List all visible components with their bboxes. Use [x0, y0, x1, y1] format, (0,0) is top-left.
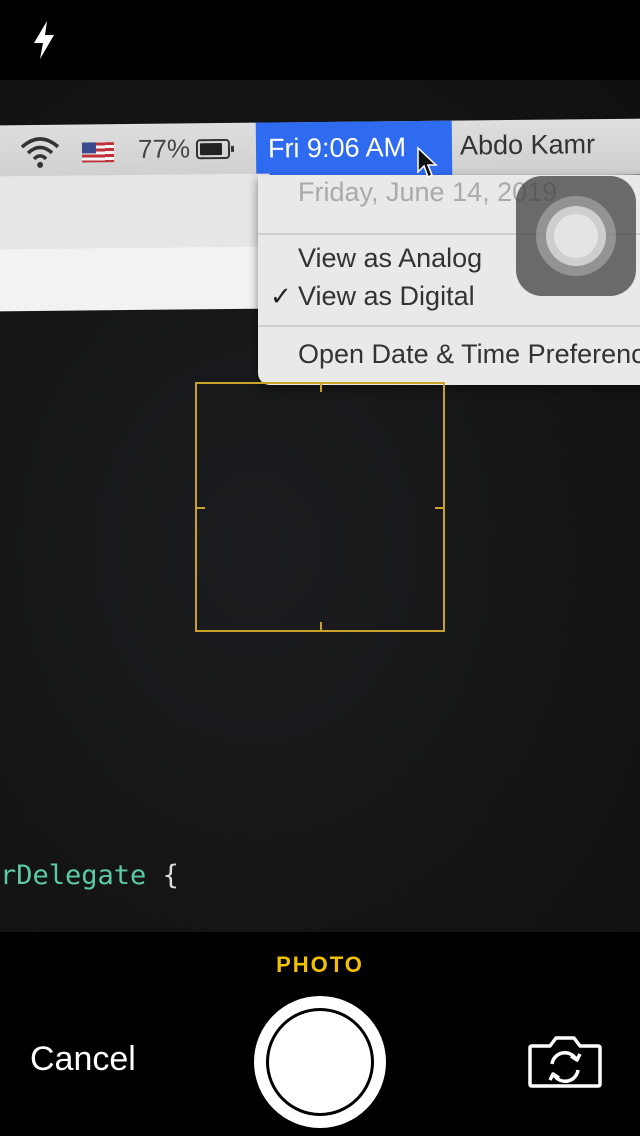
code-token: rDelegate [0, 860, 147, 891]
dropdown-item-preferences: Open Date & Time Preferences [298, 339, 640, 369]
scene-menubar: 77% Fri 9:06 AM Abdo Kamr [0, 118, 640, 182]
scene-window-toolbar [0, 173, 271, 251]
bottom-controls: PHOTO Cancel [0, 932, 640, 1136]
lightning-bolt-icon [34, 21, 54, 59]
battery-percent: 77% [137, 133, 191, 164]
scene-code-line: rDelegate { [0, 860, 179, 891]
dropdown-item-analog: View as Analog [298, 243, 483, 273]
camera-viewfinder: 77% Fri 9:06 AM Abdo Kamr Friday, June 1… [0, 80, 640, 932]
code-brace: { [146, 860, 179, 891]
focus-tick [320, 622, 322, 632]
cancel-button[interactable]: Cancel [30, 1040, 136, 1079]
focus-tick [195, 507, 205, 509]
shutter-circle-icon [266, 1008, 374, 1116]
flash-button[interactable] [22, 16, 66, 64]
user-name: Abdo Kamr [459, 129, 596, 161]
us-flag-icon [81, 142, 115, 163]
checkmark-icon: ✓ [270, 281, 292, 311]
wifi-icon [20, 137, 60, 168]
camera-flip-icon[interactable] [526, 1032, 604, 1090]
clock-text: Fri 9:06 AM [267, 132, 407, 164]
dropdown-item-digital: View as Digital [298, 281, 475, 311]
focus-box [195, 382, 445, 632]
assistive-center-icon [554, 214, 598, 258]
scene-window-strip [0, 246, 271, 312]
mode-photo[interactable]: PHOTO [0, 952, 640, 978]
mouse-pointer-icon [417, 146, 438, 179]
shutter-button[interactable] [254, 996, 386, 1128]
focus-tick [435, 507, 445, 509]
battery-icon [195, 138, 231, 160]
focus-tick [320, 382, 322, 392]
dropdown-separator [258, 325, 640, 327]
assistive-touch-button[interactable] [516, 176, 636, 296]
top-bar [0, 0, 640, 80]
